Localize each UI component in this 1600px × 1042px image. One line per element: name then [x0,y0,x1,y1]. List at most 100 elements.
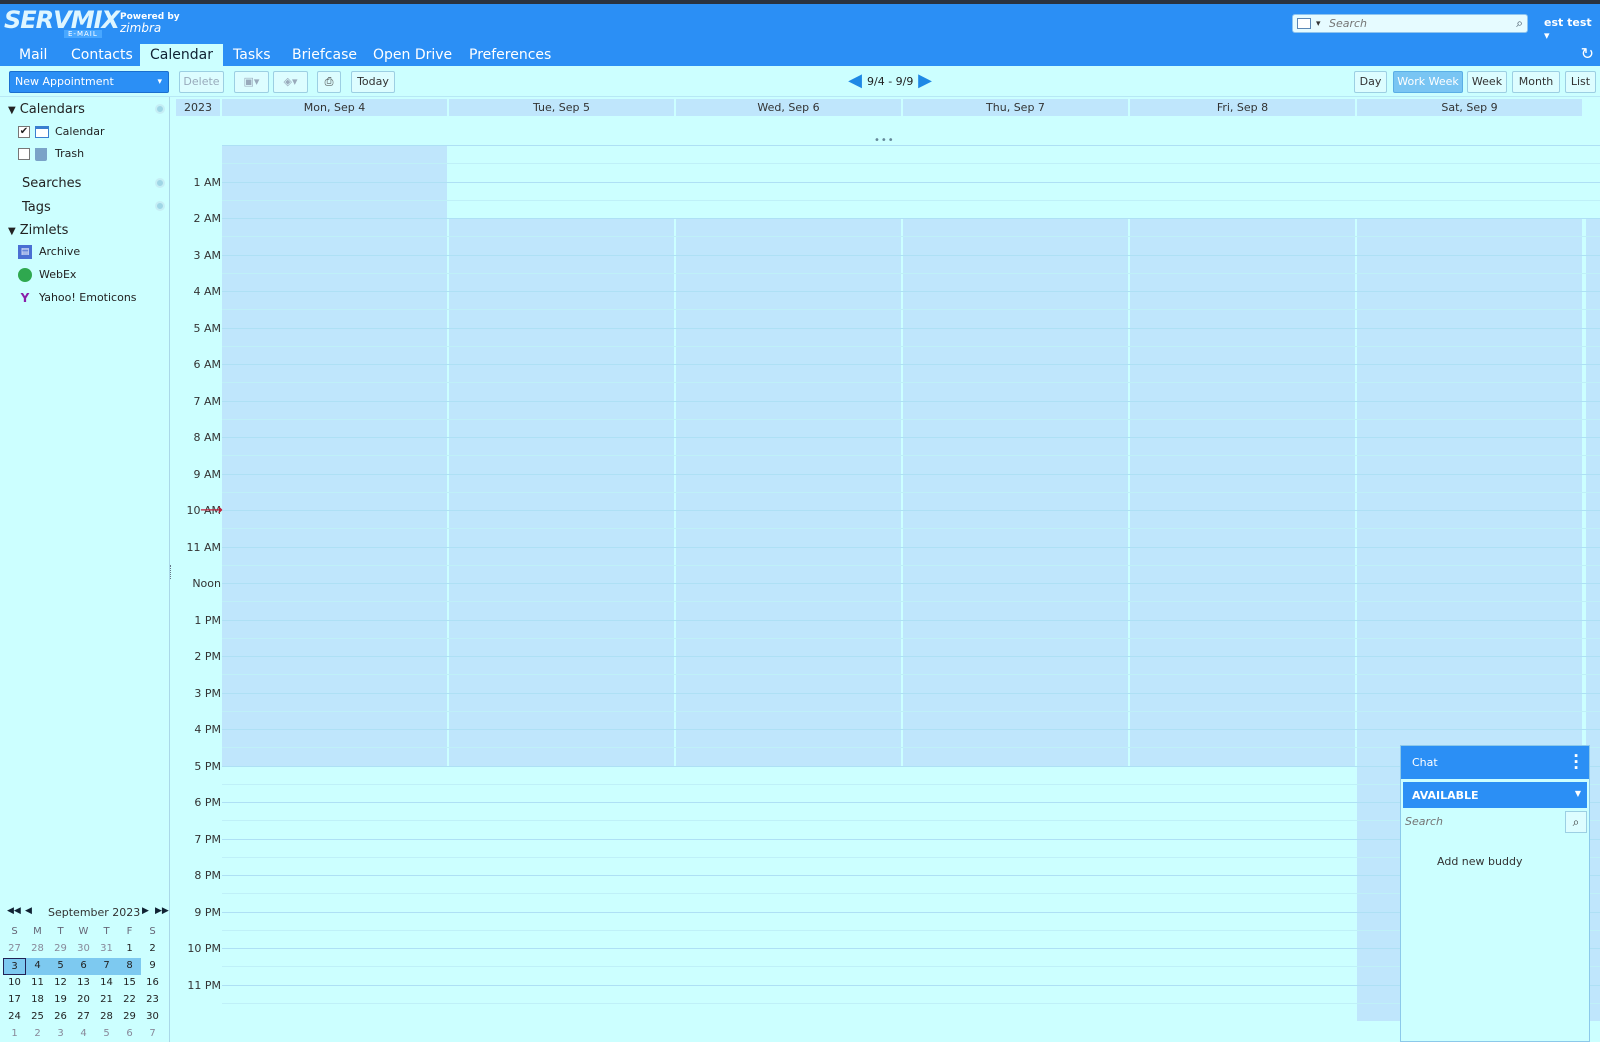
tags-section-header[interactable]: Tags [22,200,51,215]
view-day-button[interactable]: Day [1354,71,1387,93]
search-icon[interactable]: ⌕ [1516,16,1523,31]
refresh-icon[interactable]: ↻ [1581,44,1594,63]
tab-mail[interactable]: Mail [9,44,57,66]
calendar-item-calendar[interactable]: ✔ Calendar [18,125,104,138]
mini-calendar-day[interactable]: 30 [72,941,95,958]
calendar-checkbox[interactable]: ✔ [18,126,30,138]
new-appointment-button[interactable]: New Appointment ▾ [9,71,169,93]
mini-calendar-day[interactable]: 5 [95,1026,118,1042]
mini-calendar-day[interactable]: 6 [72,958,95,975]
search-type-caret-icon[interactable]: ▾ [1316,19,1321,29]
sidebar-splitter[interactable] [170,565,173,579]
prev-year-icon[interactable]: ◀◀ [7,906,21,916]
servmix-logo[interactable]: SERVMIX [4,6,120,34]
day-header-fri[interactable]: Fri, Sep 8 [1130,99,1357,116]
tab-calendar[interactable]: Calendar [140,44,223,66]
mini-calendar-day[interactable]: 3 [3,958,26,975]
mini-calendar-day[interactable]: 9 [141,958,164,975]
mini-calendar-day[interactable]: 19 [49,992,72,1009]
mini-calendar-day[interactable]: 4 [72,1026,95,1042]
calendars-section-header[interactable]: ▼ Calendars [8,102,85,117]
collapse-triangle-icon[interactable]: ▼ [8,105,16,116]
next-year-icon[interactable]: ▶▶ [155,906,169,916]
mini-calendar-day[interactable]: 7 [141,1026,164,1042]
mini-calendar-day[interactable]: 1 [118,941,141,958]
day-column[interactable] [676,145,903,1042]
day-header-sat[interactable]: Sat, Sep 9 [1357,99,1584,116]
mini-calendar-day[interactable]: 25 [26,1009,49,1026]
mini-calendar-day[interactable]: 16 [141,975,164,992]
zimlet-archive[interactable]: ▤ Archive [18,245,80,259]
calendar-item-trash[interactable]: Trash [18,147,84,161]
tab-contacts[interactable]: Contacts [61,44,143,66]
zimlet-webex[interactable]: WebEx [18,268,76,282]
user-menu[interactable]: est test ▾ [1544,16,1600,42]
mini-calendar-day[interactable]: 15 [118,975,141,992]
next-week-arrow-icon[interactable]: ▶ [915,71,935,93]
mini-calendar-day[interactable]: 7 [95,958,118,975]
mini-calendar-day[interactable]: 21 [95,992,118,1009]
zimlet-yahoo-emoticons[interactable]: Y Yahoo! Emoticons [18,291,137,305]
mini-calendar-day[interactable]: 1 [3,1026,26,1042]
chat-search-icon[interactable]: ⌕ [1565,811,1587,833]
day-column[interactable] [222,145,449,1042]
view-work-week-button[interactable]: Work Week [1393,71,1463,93]
searches-gear-icon[interactable] [155,178,165,188]
mini-calendar-day[interactable]: 22 [118,992,141,1009]
new-appointment-dropdown-icon[interactable]: ▾ [157,72,162,92]
view-list-button[interactable]: List [1565,71,1596,93]
mini-calendar-day[interactable]: 4 [26,958,49,975]
tag-button[interactable]: ◈▾ [273,71,308,93]
chat-header[interactable]: Chat · · · [1401,746,1589,779]
global-search-input[interactable] [1329,16,1505,31]
view-month-button[interactable]: Month [1512,71,1560,93]
trash-checkbox[interactable] [18,148,30,160]
mini-calendar-day[interactable]: 27 [3,941,26,958]
mini-calendar-day[interactable]: 8 [118,958,141,975]
mini-calendar-day[interactable]: 23 [141,992,164,1009]
mini-calendar-day[interactable]: 29 [118,1009,141,1026]
day-column[interactable] [903,145,1130,1042]
prev-week-arrow-icon[interactable]: ◀ [845,71,865,93]
day-column[interactable] [1130,145,1357,1042]
next-month-icon[interactable]: ▶ [142,906,149,916]
tab-tasks[interactable]: Tasks [223,44,281,66]
day-header-thu[interactable]: Thu, Sep 7 [903,99,1130,116]
mini-calendar-day[interactable]: 14 [95,975,118,992]
view-week-button[interactable]: Week [1467,71,1507,93]
mini-calendar-day[interactable]: 26 [49,1009,72,1026]
mini-calendar-day[interactable]: 10 [3,975,26,992]
mini-calendar-day[interactable]: 20 [72,992,95,1009]
mini-calendar-day[interactable]: 3 [49,1026,72,1042]
chat-menu-kebab-icon[interactable]: · · · [1573,749,1579,776]
mini-calendar-day[interactable]: 5 [49,958,72,975]
collapse-triangle-icon[interactable]: ▼ [8,226,16,237]
mini-calendar-day[interactable]: 12 [49,975,72,992]
mini-calendar-day[interactable]: 29 [49,941,72,958]
searches-section-header[interactable]: Searches [22,176,81,191]
tab-open-drive[interactable]: Open Drive [363,44,462,66]
tags-gear-icon[interactable] [155,201,165,211]
day-column[interactable] [449,145,676,1042]
move-button[interactable]: ▣▾ [234,71,269,93]
today-button[interactable]: Today [351,71,395,93]
mini-calendar-day[interactable]: 13 [72,975,95,992]
day-header-tue[interactable]: Tue, Sep 5 [449,99,676,116]
calendars-gear-icon[interactable] [155,104,165,114]
mini-calendar-day[interactable]: 11 [26,975,49,992]
tab-briefcase[interactable]: Briefcase [282,44,367,66]
mini-calendar-day[interactable]: 18 [26,992,49,1009]
chat-search-input[interactable] [1403,811,1563,831]
add-new-buddy-link[interactable]: Add new buddy [1437,855,1522,868]
day-header-wed[interactable]: Wed, Sep 6 [676,99,903,116]
mini-calendar-day[interactable]: 31 [95,941,118,958]
mini-calendar-day[interactable]: 2 [26,1026,49,1042]
zimlets-section-header[interactable]: ▼ Zimlets [8,223,68,238]
print-button[interactable]: ⎙ [317,71,341,93]
mini-calendar-day[interactable]: 27 [72,1009,95,1026]
mini-calendar-day[interactable]: 17 [3,992,26,1009]
day-header-mon[interactable]: Mon, Sep 4 [222,99,449,116]
delete-button[interactable]: Delete [179,71,224,93]
chat-status-dropdown[interactable]: AVAILABLE ▼ [1403,782,1587,808]
mini-calendar-day[interactable]: 2 [141,941,164,958]
